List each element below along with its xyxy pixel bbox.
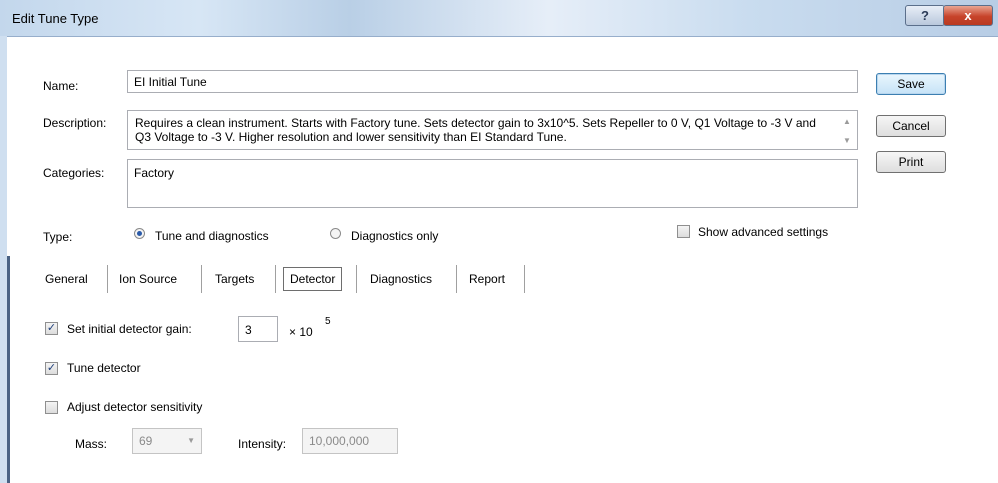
tune-detector-checkbox[interactable]: ✓	[45, 362, 58, 375]
tune-detector-label: Tune detector	[67, 361, 141, 375]
radio-diagnostics-only-label: Diagnostics only	[351, 229, 439, 243]
radio-tune-and-diagnostics[interactable]	[134, 228, 145, 239]
tab-ion-source[interactable]: Ion Source	[119, 265, 177, 293]
window-title: Edit Tune Type	[12, 11, 99, 26]
tab-divider	[275, 265, 276, 293]
tab-divider	[456, 265, 457, 293]
description-label: Description:	[43, 116, 107, 130]
help-button[interactable]: ?	[905, 5, 945, 26]
mass-select[interactable]: 69 ▼	[132, 428, 202, 454]
mass-value: 69	[139, 434, 153, 448]
chevron-down-icon: ▼	[187, 436, 195, 445]
save-button[interactable]: Save	[876, 73, 946, 95]
name-input[interactable]: EI Initial Tune	[127, 70, 858, 93]
close-icon: x	[964, 8, 972, 23]
categories-label: Categories:	[43, 166, 105, 180]
title-bar: Edit Tune Type ? x	[0, 0, 998, 37]
tab-general[interactable]: General	[45, 265, 88, 293]
tab-detector[interactable]: Detector	[283, 267, 343, 291]
adjust-sensitivity-label: Adjust detector sensitivity	[67, 400, 203, 414]
name-label: Name:	[43, 79, 79, 93]
tab-divider	[356, 265, 357, 293]
gain-input[interactable]: 3	[238, 316, 278, 342]
tab-diagnostics[interactable]: Diagnostics	[370, 265, 432, 293]
radio-diagnostics-only[interactable]	[330, 228, 341, 239]
description-textarea[interactable]: Requires a clean instrument. Starts with…	[127, 110, 858, 150]
cancel-button[interactable]: Cancel	[876, 115, 946, 137]
close-button[interactable]: x	[943, 5, 993, 26]
gain-multiplier: × 10	[289, 325, 313, 339]
set-gain-checkbox[interactable]: ✓	[45, 322, 58, 335]
tab-divider	[107, 265, 108, 293]
intensity-label: Intensity:	[238, 437, 287, 451]
scroll-down-icon[interactable]: ▼	[842, 137, 852, 145]
tab-divider	[524, 265, 525, 293]
tab-divider	[201, 265, 202, 293]
intensity-input[interactable]: 10,000,000	[302, 428, 398, 454]
categories-input[interactable]: Factory	[127, 159, 858, 208]
set-gain-label: Set initial detector gain:	[67, 322, 192, 336]
gain-exponent: 5	[325, 316, 331, 327]
show-advanced-checkbox[interactable]	[677, 225, 690, 238]
tab-targets[interactable]: Targets	[215, 265, 254, 293]
radio-tune-and-diagnostics-label: Tune and diagnostics	[155, 229, 269, 243]
mass-label: Mass:	[75, 437, 108, 451]
window-frame-shadow	[7, 256, 10, 483]
tab-report[interactable]: Report	[469, 265, 505, 293]
scroll-up-icon[interactable]: ▲	[842, 118, 852, 126]
type-label: Type:	[43, 230, 73, 244]
window-frame-left	[0, 36, 7, 483]
description-text: Requires a clean instrument. Starts with…	[135, 116, 816, 144]
help-icon: ?	[921, 8, 929, 23]
print-button[interactable]: Print	[876, 151, 946, 173]
show-advanced-label: Show advanced settings	[698, 225, 829, 239]
adjust-sensitivity-checkbox[interactable]	[45, 401, 58, 414]
